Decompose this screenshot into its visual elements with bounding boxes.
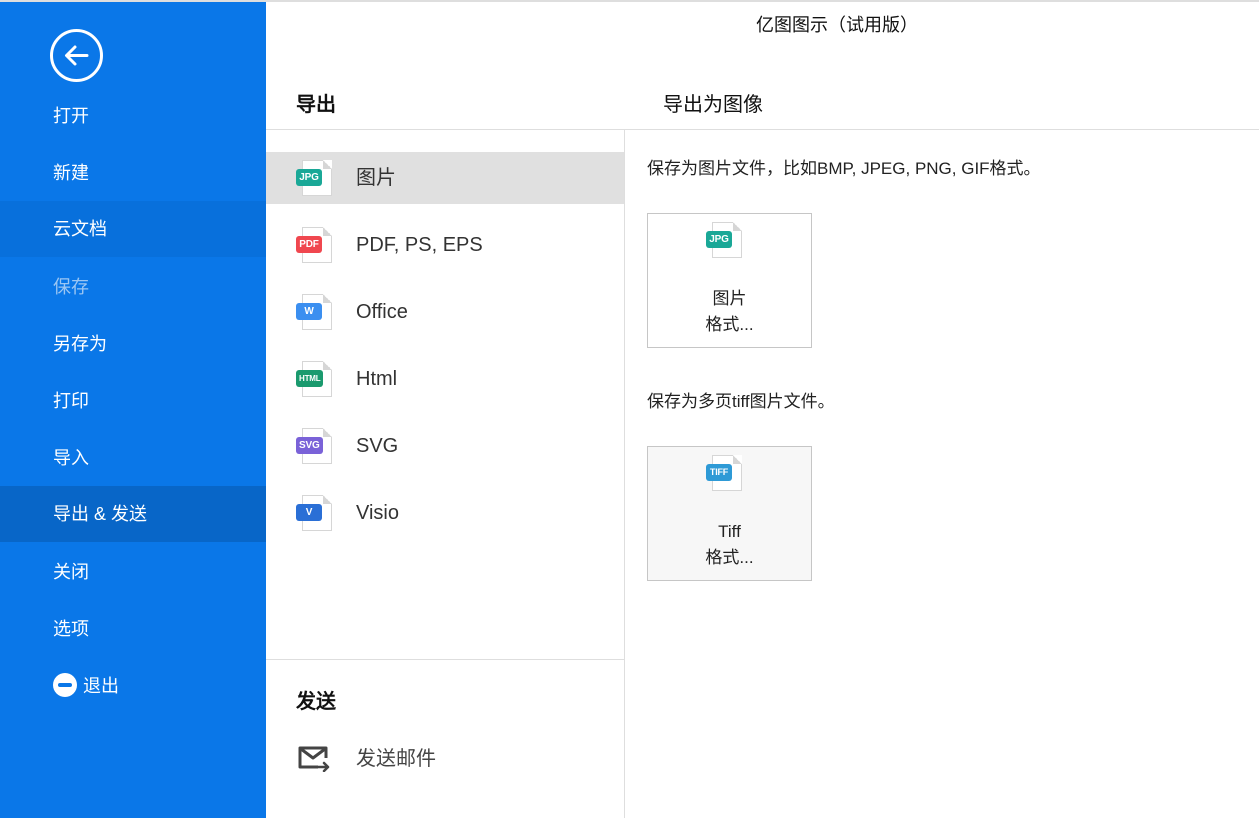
file-menu-sidebar: 打开 新建 云文档 保存 另存为 打印 导入 导出 & 发送 关闭 选项 退出 xyxy=(0,2,266,818)
visio-file-icon: V xyxy=(296,495,334,531)
sidebar-item-label: 另存为 xyxy=(53,334,107,354)
sidebar-item-label: 关闭 xyxy=(53,562,89,582)
format-item-visio[interactable]: V Visio xyxy=(266,487,624,539)
image-description: 保存为图片文件，比如BMP, JPEG, PNG, GIF格式。 xyxy=(647,159,1041,178)
divider xyxy=(266,129,1259,130)
format-label: SVG xyxy=(356,435,399,457)
minus-circle-icon xyxy=(53,673,77,698)
sidebar-item-cloud-docs[interactable]: 云文档 xyxy=(0,201,266,257)
divider xyxy=(266,659,624,660)
word-file-icon: W xyxy=(296,294,334,330)
app-title: 亿图图示（试用版） xyxy=(756,15,918,35)
arrow-left-icon xyxy=(65,45,89,66)
sidebar-item-label: 退出 xyxy=(83,676,119,696)
card-label-line1: Tiff xyxy=(718,522,741,541)
export-heading: 导出 xyxy=(296,94,336,116)
image-format-button[interactable]: JPG 图片 格式... xyxy=(647,213,812,348)
format-item-pdf[interactable]: PDF PDF, PS, EPS xyxy=(266,219,624,271)
format-item-svg[interactable]: SVG SVG xyxy=(266,420,624,472)
send-heading: 发送 xyxy=(296,691,336,713)
jpg-file-icon: JPG xyxy=(296,160,334,196)
sidebar-item-label: 保存 xyxy=(53,277,89,297)
sidebar-item-exit[interactable]: 退出 xyxy=(0,658,266,714)
tiff-description: 保存为多页tiff图片文件。 xyxy=(647,392,835,411)
card-label: Tiff 格式... xyxy=(648,519,811,571)
format-item-html[interactable]: HTML Html xyxy=(266,353,624,405)
format-label: Office xyxy=(356,301,408,323)
mail-send-icon xyxy=(298,746,330,772)
tiff-format-button[interactable]: TIFF Tiff 格式... xyxy=(647,446,812,581)
send-email-button[interactable]: 发送邮件 xyxy=(266,733,624,785)
card-label-line1: 图片 xyxy=(712,289,747,308)
svg-file-icon: SVG xyxy=(296,428,334,464)
sidebar-item-close[interactable]: 关闭 xyxy=(0,544,266,600)
format-item-image[interactable]: JPG 图片 xyxy=(266,152,624,204)
sidebar-item-options[interactable]: 选项 xyxy=(0,601,266,657)
sidebar-item-open[interactable]: 打开 xyxy=(0,88,266,144)
sidebar-item-label: 导出 & 发送 xyxy=(53,504,148,524)
sidebar-item-print[interactable]: 打印 xyxy=(0,373,266,429)
sidebar-item-label: 导入 xyxy=(53,448,89,468)
format-label: 图片 xyxy=(356,167,396,189)
html-file-icon: HTML xyxy=(296,361,334,397)
sidebar-item-import[interactable]: 导入 xyxy=(0,430,266,486)
sidebar-item-export-send[interactable]: 导出 & 发送 xyxy=(0,486,266,542)
pdf-file-icon: PDF xyxy=(296,227,334,263)
jpg-file-icon: JPG xyxy=(706,222,744,258)
divider xyxy=(624,130,625,818)
card-label-line2: 格式... xyxy=(705,548,754,567)
format-item-office[interactable]: W Office xyxy=(266,286,624,338)
format-label: PDF, PS, EPS xyxy=(356,234,483,256)
sidebar-item-label: 新建 xyxy=(53,163,89,183)
sidebar-item-label: 选项 xyxy=(53,619,89,639)
tiff-file-icon: TIFF xyxy=(706,455,744,491)
card-label: 图片 格式... xyxy=(648,286,811,338)
format-label: Html xyxy=(356,368,398,390)
sidebar-item-save-as[interactable]: 另存为 xyxy=(0,316,266,372)
back-button[interactable] xyxy=(50,29,103,82)
sidebar-item-new[interactable]: 新建 xyxy=(0,145,266,201)
sidebar-item-label: 打印 xyxy=(53,391,89,411)
send-email-label: 发送邮件 xyxy=(356,748,436,770)
sidebar-item-label: 打开 xyxy=(53,106,89,126)
format-label: Visio xyxy=(356,502,399,524)
export-sub-heading: 导出为图像 xyxy=(663,94,763,116)
sidebar-item-label: 云文档 xyxy=(53,219,107,239)
sidebar-item-save[interactable]: 保存 xyxy=(0,259,266,315)
card-label-line2: 格式... xyxy=(705,315,754,334)
